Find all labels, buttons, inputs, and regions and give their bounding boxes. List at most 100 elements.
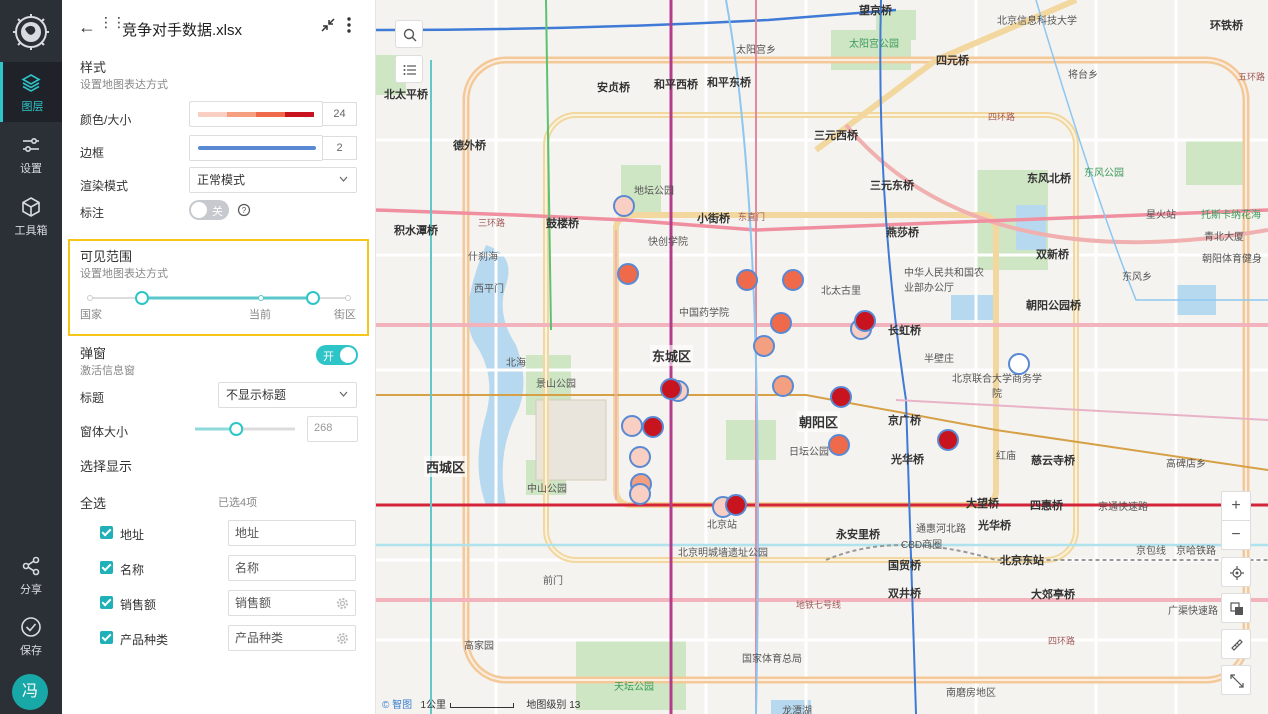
nav-item-settings[interactable]: 设置 [0,124,62,184]
locate-button[interactable] [1221,557,1251,587]
field-checkbox-address[interactable] [100,526,113,539]
range-min-handle[interactable] [135,291,149,305]
border-width-value[interactable]: 2 [323,136,357,160]
help-icon[interactable]: ? [237,203,251,217]
competitor-marker[interactable] [1008,353,1030,375]
collapse-icon[interactable] [320,17,336,33]
nav-item-share[interactable]: 分享 [0,545,62,605]
district-label: 朝阳区 [797,411,841,432]
window-size-input[interactable]: 268 [307,416,358,442]
gear-icon[interactable] [336,597,349,610]
map-canvas[interactable]: 望京桥 北京信息科技大学 环铁桥 太阳宫乡 太阳宫公园 四元桥 将台乡 五环路 … [376,0,1268,714]
size-value[interactable]: 24 [323,102,357,126]
window-size-handle[interactable] [229,422,244,436]
map-label: 三元西桥 [814,130,858,142]
map-label: 安贞桥 [597,82,630,94]
check-circle-icon [21,617,41,637]
layers-switch-button[interactable] [1221,593,1251,623]
competitor-marker[interactable] [830,386,852,408]
popup-title-select[interactable]: 不显示标题 [218,382,357,408]
color-ramp [198,112,314,117]
map-label: 环铁桥 [1210,20,1243,32]
map-label: 北京站 [707,520,737,531]
competitor-marker[interactable] [828,434,850,456]
field-alias-address[interactable]: 地址 [228,520,356,546]
nav-label-share: 分享 [20,584,42,596]
competitor-marker[interactable] [736,269,758,291]
panel-header: ← ⋮⋮ 竞争对手数据.xlsx [62,0,376,52]
map-label: 广渠快速路 [1168,606,1218,617]
zoom-out-button[interactable]: − [1221,520,1251,550]
map-list-button[interactable] [395,55,423,83]
field-name-name: 名称 [120,563,145,577]
more-vertical-icon[interactable] [346,16,352,34]
map-footer: © 智图 1公里 地图级别 13 [382,696,580,711]
svg-text:?: ? [242,206,247,215]
map-search-button[interactable] [395,20,423,48]
map-label: 北太平桥 [384,89,428,101]
measure-button[interactable] [1221,629,1251,659]
competitor-marker[interactable] [617,263,639,285]
map-label: 光华桥 [891,454,924,466]
annotation-toggle[interactable]: 关 [189,200,229,220]
popup-toggle[interactable]: 开 [316,345,358,365]
competitor-marker[interactable] [660,378,682,400]
border-color-picker[interactable] [189,135,323,161]
popup-title-value: 不显示标题 [226,388,287,402]
visible-range-slider[interactable] [84,289,354,307]
competitor-marker[interactable] [629,446,651,468]
map-label: 西平门 [474,284,504,295]
competitor-marker[interactable] [621,415,643,437]
nav-item-layers[interactable]: 图层 [0,62,62,122]
map-label: 中国药学院 [679,308,729,319]
map-label: 京包线 [1136,546,1166,557]
field-checkbox-name[interactable] [100,561,113,574]
competitor-marker[interactable] [772,375,794,397]
nav-item-toolbox[interactable]: 工具箱 [0,186,62,246]
field-alias-sales[interactable]: 销售额 [228,590,356,616]
map-label: 四元桥 [936,55,969,67]
globe-logo-icon[interactable] [11,12,51,52]
field-checkbox-product-type[interactable] [100,631,113,644]
map-label: 北京联合大学商务学院 [952,374,1042,400]
competitor-marker[interactable] [782,269,804,291]
render-mode-label: 渲染模式 [80,179,129,193]
user-avatar[interactable]: 冯 [12,674,48,710]
map-label: 什刹海 [468,252,498,263]
window-size-label: 窗体大小 [80,425,129,439]
nav-item-save[interactable]: 保存 [0,606,62,666]
fullscreen-button[interactable] [1221,665,1251,695]
window-size-slider[interactable] [193,421,297,437]
competitor-marker[interactable] [753,335,775,357]
color-ramp-picker[interactable] [189,101,323,127]
zoom-in-button[interactable]: + [1221,491,1251,521]
range-max-handle[interactable] [306,291,320,305]
competitor-marker[interactable] [725,494,747,516]
map-label: 高碑店乡 [1166,459,1206,470]
map-label: 永安里桥 [836,529,880,541]
field-alias-name[interactable]: 名称 [228,555,356,581]
competitor-marker[interactable] [770,312,792,334]
map-label: 三环路 [478,218,506,228]
map-label: 半壁庄 [924,354,954,365]
render-mode-select[interactable]: 正常模式 [189,167,357,193]
competitor-marker[interactable] [937,429,959,451]
popup-title-label: 标题 [80,391,105,405]
select-all-label[interactable]: 全选 [80,493,106,512]
locate-icon [1230,566,1244,580]
expand-icon [1230,674,1244,688]
map-source[interactable]: © 智图 [382,700,412,711]
competitor-marker[interactable] [613,195,635,217]
map-label: 景山公园 [536,379,576,390]
color-size-label: 颜色/大小 [80,113,132,127]
field-name-product-type: 产品种类 [120,633,169,647]
back-arrow-icon[interactable]: ← [78,17,96,38]
field-checkbox-sales[interactable] [100,596,113,609]
competitor-marker[interactable] [629,483,651,505]
competitor-marker[interactable] [854,310,876,332]
competitor-marker[interactable] [642,416,664,438]
gear-icon[interactable] [336,632,349,645]
map-label: 北京东站 [1000,555,1044,567]
map-label: 光华桥 [978,520,1011,532]
field-alias-product-type[interactable]: 产品种类 [228,625,356,651]
